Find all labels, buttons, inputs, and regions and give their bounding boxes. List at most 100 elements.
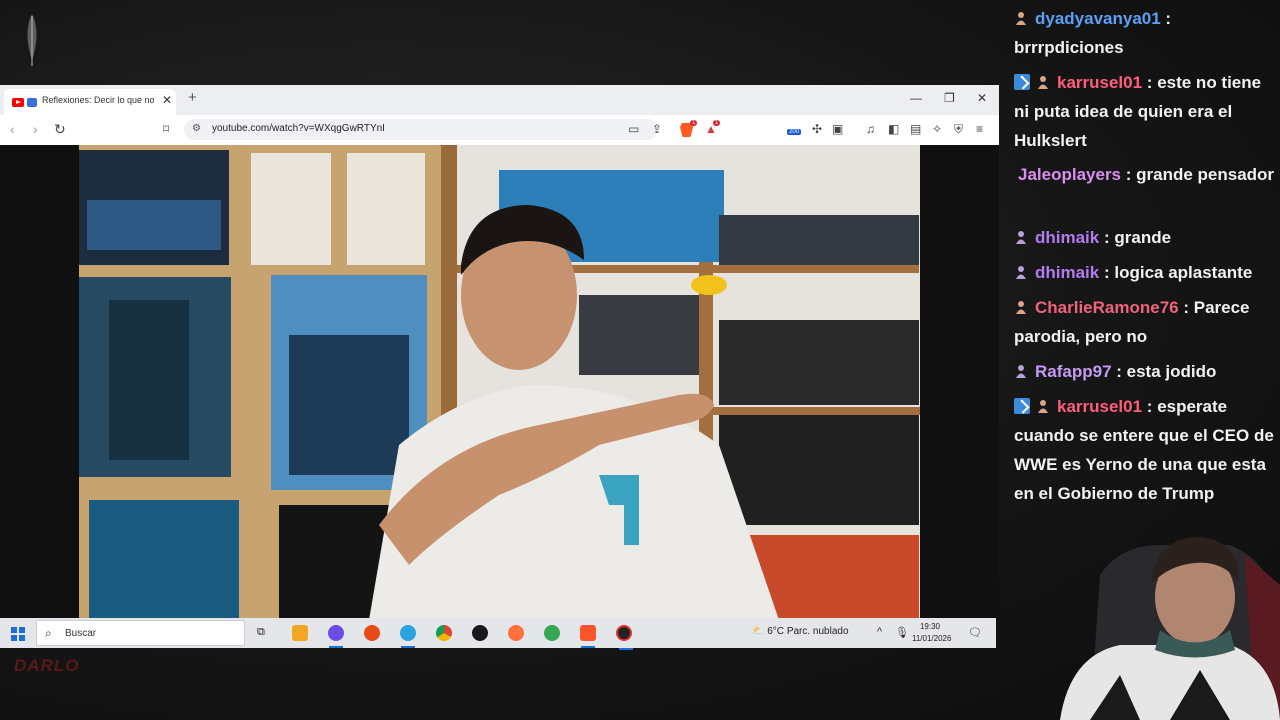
weather-temp: 6°C bbox=[767, 626, 785, 637]
firefox-icon[interactable] bbox=[508, 625, 524, 641]
chat-message: karrusel01 : esperate cuando se entere q… bbox=[1014, 392, 1276, 508]
youtube-icon bbox=[12, 98, 24, 107]
taskbar: ⌕ Buscar ⧉ ⛅ 6°C Parc. nublado ^ 🎙 19:30… bbox=[0, 618, 996, 650]
notifications-icon[interactable]: 🗨 bbox=[968, 626, 982, 639]
pawn-badge-icon bbox=[1016, 300, 1026, 314]
xbox-icon[interactable] bbox=[544, 625, 560, 641]
new-tab-button[interactable]: + bbox=[188, 89, 197, 106]
browser-window: Reflexiones: Decir lo que no q ✕ + — ❐ ✕… bbox=[0, 85, 999, 620]
chat-text: grande bbox=[1114, 228, 1172, 247]
back-button[interactable]: ‹ bbox=[10, 121, 15, 137]
site-settings-icon[interactable]: ⚙ bbox=[192, 123, 201, 134]
tray-chevron-icon[interactable]: ^ bbox=[877, 626, 882, 638]
tab-title: Reflexiones: Decir lo que no q bbox=[42, 95, 154, 105]
microphone-icon[interactable]: 🎙 bbox=[895, 626, 909, 639]
leo-ai-icon[interactable]: ✧ bbox=[932, 122, 942, 136]
chat-separator: : bbox=[1111, 362, 1127, 381]
restore-button[interactable]: ❐ bbox=[944, 91, 955, 105]
url-text: youtube.com/watch?v=WXqgGwRTYnI bbox=[212, 123, 385, 134]
chat-username[interactable]: karrusel01 bbox=[1057, 73, 1142, 92]
chat-message: karrusel01 : este no tiene ni puta idea … bbox=[1014, 68, 1276, 155]
chat-message: CharlieRamone76 : Parece parodia, pero n… bbox=[1014, 293, 1276, 351]
url-field[interactable]: ⚙ youtube.com/watch?v=WXqgGwRTYnI bbox=[184, 119, 658, 140]
video-frame bbox=[79, 145, 920, 620]
obs-icon[interactable] bbox=[616, 625, 633, 650]
search-placeholder: Buscar bbox=[65, 628, 97, 639]
weather-desc: Parc. nublado bbox=[786, 626, 849, 637]
chat-username[interactable]: CharlieRamone76 bbox=[1035, 298, 1179, 317]
minimize-button[interactable]: — bbox=[910, 91, 922, 105]
channel-logo: DARLO bbox=[14, 656, 80, 675]
taskbar-search[interactable]: ⌕ Buscar bbox=[36, 620, 245, 646]
extension-badge: 200 bbox=[787, 129, 802, 135]
windows-start-icon[interactable] bbox=[11, 627, 25, 641]
extension-icon[interactable]: ▣ bbox=[832, 122, 843, 136]
bookmark-icon[interactable]: ⌑ bbox=[163, 122, 169, 136]
chat-message: Rafapp97 : esta jodido bbox=[1014, 357, 1276, 386]
extension-puzzle-icon[interactable]: ✣ bbox=[812, 122, 822, 136]
chat-username[interactable]: dhimaik bbox=[1035, 228, 1099, 247]
video-player[interactable] bbox=[0, 145, 999, 620]
pawn-badge-icon bbox=[1038, 75, 1048, 89]
browser-tab[interactable]: Reflexiones: Decir lo que no q ✕ bbox=[4, 89, 176, 115]
chat-separator: : bbox=[1160, 9, 1172, 28]
pawn-badge-icon bbox=[1016, 364, 1026, 378]
close-tab-icon[interactable]: ✕ bbox=[162, 93, 172, 107]
wallet-icon[interactable]: ▤ bbox=[910, 122, 921, 136]
chat-username[interactable]: Jaleoplayers bbox=[1018, 165, 1121, 184]
menu-icon[interactable]: ≡ bbox=[976, 122, 983, 136]
media-icon bbox=[27, 98, 37, 107]
chrome-icon[interactable] bbox=[436, 625, 452, 641]
music-icon[interactable]: ♫ bbox=[866, 122, 875, 136]
prime-badge-icon bbox=[1014, 73, 1030, 90]
media-player-icon[interactable] bbox=[472, 625, 488, 641]
video-scene-illustration bbox=[79, 145, 920, 620]
feather-icon bbox=[27, 14, 37, 66]
chat-separator: : bbox=[1178, 298, 1194, 317]
chat-separator: : bbox=[1142, 397, 1158, 416]
tab-bar: Reflexiones: Decir lo que no q ✕ + — ❐ ✕ bbox=[0, 85, 999, 115]
chat-text: brrrpdiciones bbox=[1014, 38, 1124, 57]
chat-username[interactable]: Rafapp97 bbox=[1035, 362, 1112, 381]
brave-icon[interactable] bbox=[580, 625, 596, 648]
weather-widget[interactable]: ⛅ 6°C Parc. nublado bbox=[752, 626, 849, 637]
search-icon: ⌕ bbox=[45, 626, 52, 640]
chat-text: logica aplastante bbox=[1114, 263, 1253, 282]
pawn-badge-icon bbox=[1016, 265, 1026, 279]
chat-separator: : bbox=[1142, 73, 1158, 92]
chat-username[interactable]: dyadyavanya01 bbox=[1035, 9, 1161, 28]
reload-button[interactable]: ↻ bbox=[54, 121, 66, 138]
cast-icon[interactable]: ▭ bbox=[628, 122, 639, 136]
clock-time: 19:30 bbox=[919, 622, 941, 631]
app-icon-1[interactable] bbox=[328, 625, 344, 648]
chat-text: grande pensador bbox=[1136, 165, 1275, 184]
chat-username[interactable]: dhimaik bbox=[1035, 263, 1099, 282]
chat-message: dhimaik : logica aplastante bbox=[1014, 258, 1276, 287]
chat-separator: : bbox=[1121, 165, 1137, 184]
clock[interactable]: 19:30 11/01/2026 bbox=[912, 621, 952, 645]
pawn-badge-icon bbox=[1038, 399, 1048, 413]
pawn-badge-icon bbox=[1016, 230, 1026, 244]
clock-date: 11/01/2026 bbox=[912, 634, 952, 643]
vpn-shield-icon[interactable]: ⛨ bbox=[954, 122, 963, 137]
telegram-icon[interactable] bbox=[400, 625, 416, 648]
address-bar: ‹ › ↻ ⌑ ⚙ youtube.com/watch?v=WXqgGwRTYn… bbox=[0, 115, 999, 146]
forward-button[interactable]: › bbox=[33, 121, 38, 137]
webcam-overlay bbox=[1060, 537, 1280, 720]
share-icon[interactable]: ⇪ bbox=[652, 122, 662, 136]
chat-separator: : bbox=[1099, 228, 1115, 247]
chat-text: esta jodido bbox=[1126, 362, 1217, 381]
task-view-icon[interactable]: ⧉ bbox=[257, 626, 265, 639]
chat-message: Jaleoplayers : grande pensador bbox=[1018, 160, 1280, 189]
chat-message: dyadyavanya01 : brrrpdiciones bbox=[1014, 4, 1276, 62]
close-window-button[interactable]: ✕ bbox=[977, 91, 987, 105]
app-icon-2[interactable] bbox=[364, 625, 380, 641]
chat-username[interactable]: karrusel01 bbox=[1057, 397, 1142, 416]
store-icon[interactable] bbox=[292, 625, 308, 641]
weather-icon: ⛅ bbox=[752, 626, 765, 637]
pawn-badge-icon bbox=[1016, 11, 1026, 25]
sidebar-icon[interactable]: ◧ bbox=[888, 122, 899, 136]
prime-badge-icon bbox=[1014, 397, 1030, 414]
chat-separator: : bbox=[1099, 263, 1115, 282]
chat-message: dhimaik : grande bbox=[1014, 223, 1276, 252]
